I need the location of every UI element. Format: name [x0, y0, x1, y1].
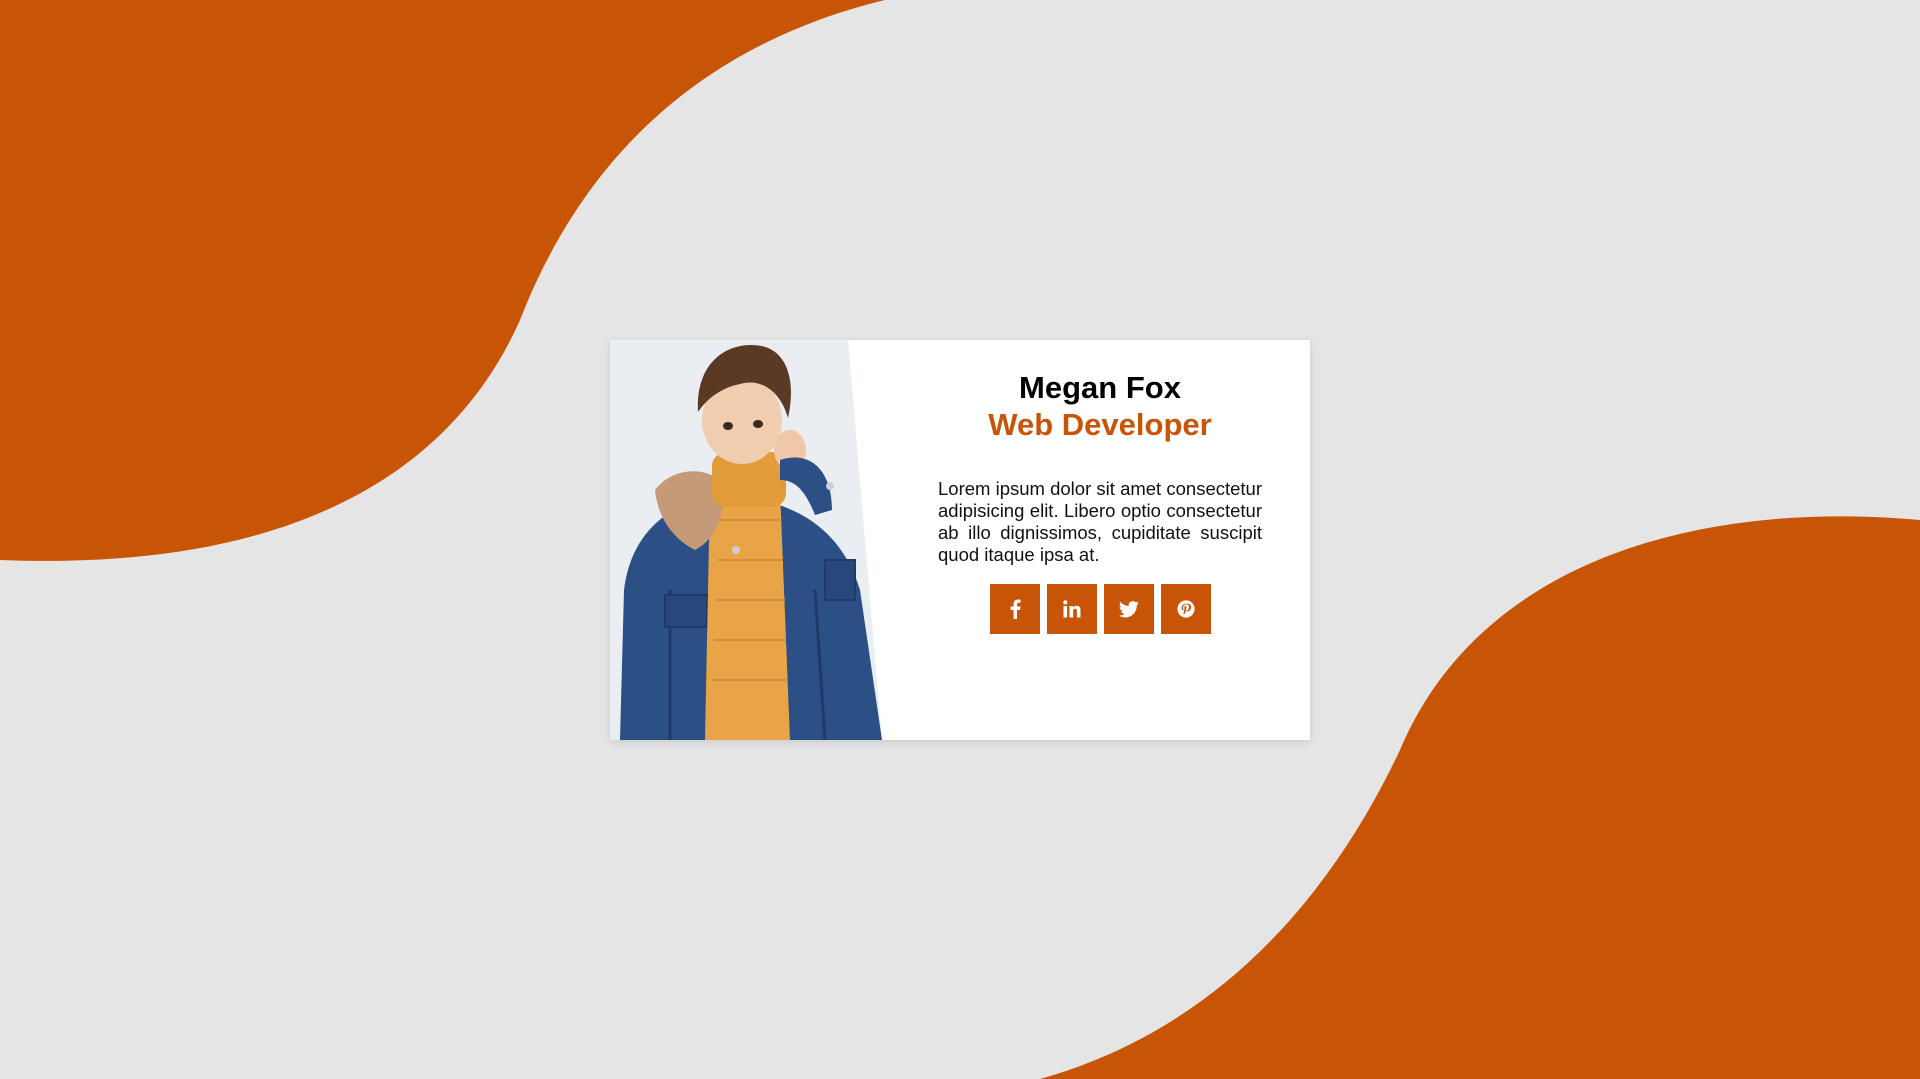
- linkedin-icon: [1062, 600, 1080, 618]
- twitter-button[interactable]: [1103, 584, 1154, 634]
- profile-name: Megan Fox: [1019, 370, 1181, 405]
- facebook-button[interactable]: [989, 584, 1040, 634]
- profile-role: Web Developer: [988, 407, 1212, 442]
- pinterest-button[interactable]: [1160, 584, 1211, 634]
- twitter-icon: [1118, 600, 1139, 617]
- profile-photo: [610, 340, 885, 740]
- facebook-icon: [1010, 599, 1021, 619]
- linkedin-button[interactable]: [1046, 584, 1097, 634]
- profile-info: Megan Fox Web Developer Lorem ipsum dolo…: [938, 370, 1262, 634]
- person-photo-icon: [610, 340, 882, 740]
- page: Megan Fox Web Developer Lorem ipsum dolo…: [0, 0, 1920, 1079]
- profile-card: Megan Fox Web Developer Lorem ipsum dolo…: [610, 340, 1310, 740]
- pinterest-icon: [1176, 600, 1195, 618]
- social-links: [938, 584, 1262, 634]
- profile-bio: Lorem ipsum dolor sit amet consectetur a…: [938, 478, 1262, 565]
